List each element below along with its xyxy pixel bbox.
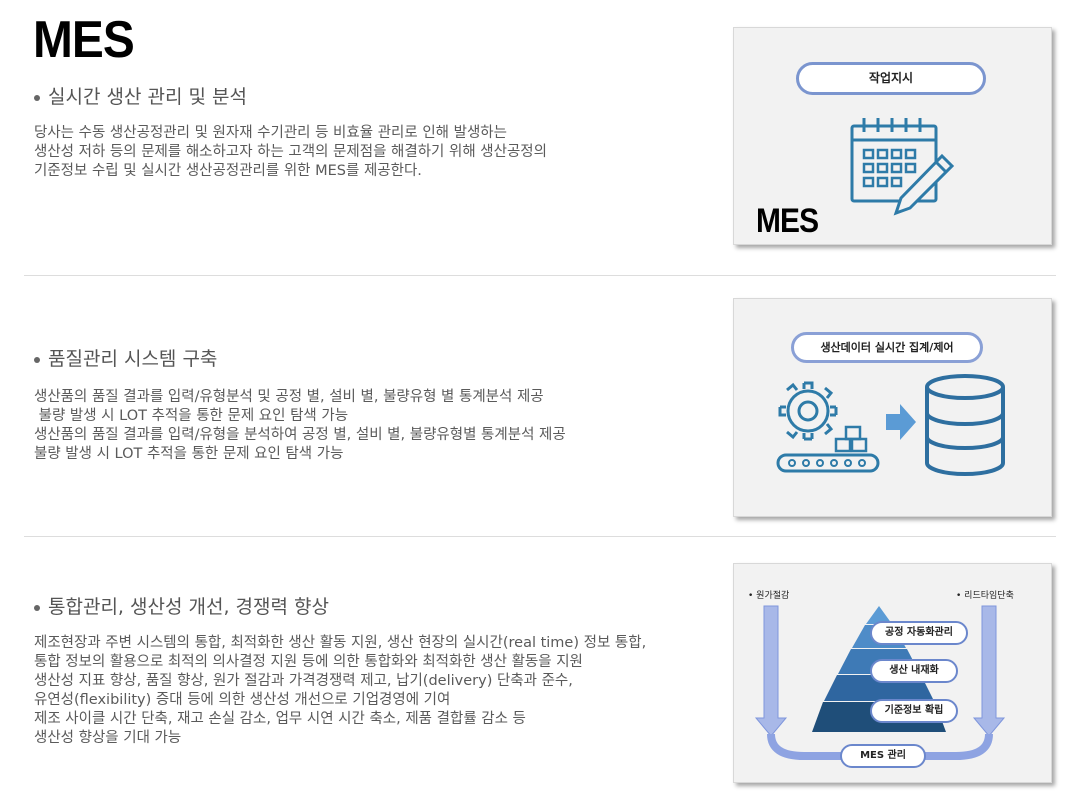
- bullet-icon: [34, 94, 40, 101]
- mes-logo: MES: [756, 202, 819, 240]
- section-2-title: 품질관리 시스템 구축: [34, 344, 217, 371]
- pyramid-level-3: 기준정보 확립: [870, 699, 958, 723]
- work-order-pill: 작업지시: [796, 62, 986, 95]
- divider: [24, 275, 1056, 276]
- gear-conveyor-icon: [776, 381, 880, 473]
- divider: [24, 536, 1056, 537]
- bullet-icon: [34, 604, 40, 611]
- realtime-data-panel: 생산데이터 실시간 집계/제어: [733, 298, 1052, 517]
- bullet-icon: [34, 356, 40, 363]
- mes-management-label: MES 관리: [840, 744, 926, 768]
- realtime-data-pill: 생산데이터 실시간 집계/제어: [791, 332, 983, 363]
- section-2-body: 생산품의 품질 결과를 입력/유형분석 및 공정 별, 설비 별, 불량유형 별…: [34, 389, 566, 462]
- mes-management-panel: • 원가절감 • 리드타임단축 공정 자동화관리 생산 내재화 기준정보 확립 …: [733, 563, 1052, 783]
- pyramid-level-1: 공정 자동화관리: [870, 621, 968, 645]
- calendar-edit-icon: [850, 118, 955, 216]
- work-order-panel: 작업지시 MES: [733, 27, 1052, 245]
- section-3-body: 제조현장과 주변 시스템의 통합, 최적화한 생산 활동 지원, 생산 현장의 …: [34, 635, 647, 746]
- section-1-body: 당사는 수동 생산공정관리 및 원자재 수기관리 등 비효율 관리로 인해 발생…: [34, 125, 547, 179]
- page-title: MES: [33, 11, 135, 69]
- arrow-right-icon: [886, 404, 916, 440]
- section-1-title: 실시간 생산 관리 및 분석: [34, 82, 247, 109]
- database-icon: [925, 374, 1005, 476]
- section-3-title: 통합관리, 생산성 개선, 경쟁력 향상: [34, 592, 329, 619]
- pyramid-level-2: 생산 내재화: [870, 659, 958, 683]
